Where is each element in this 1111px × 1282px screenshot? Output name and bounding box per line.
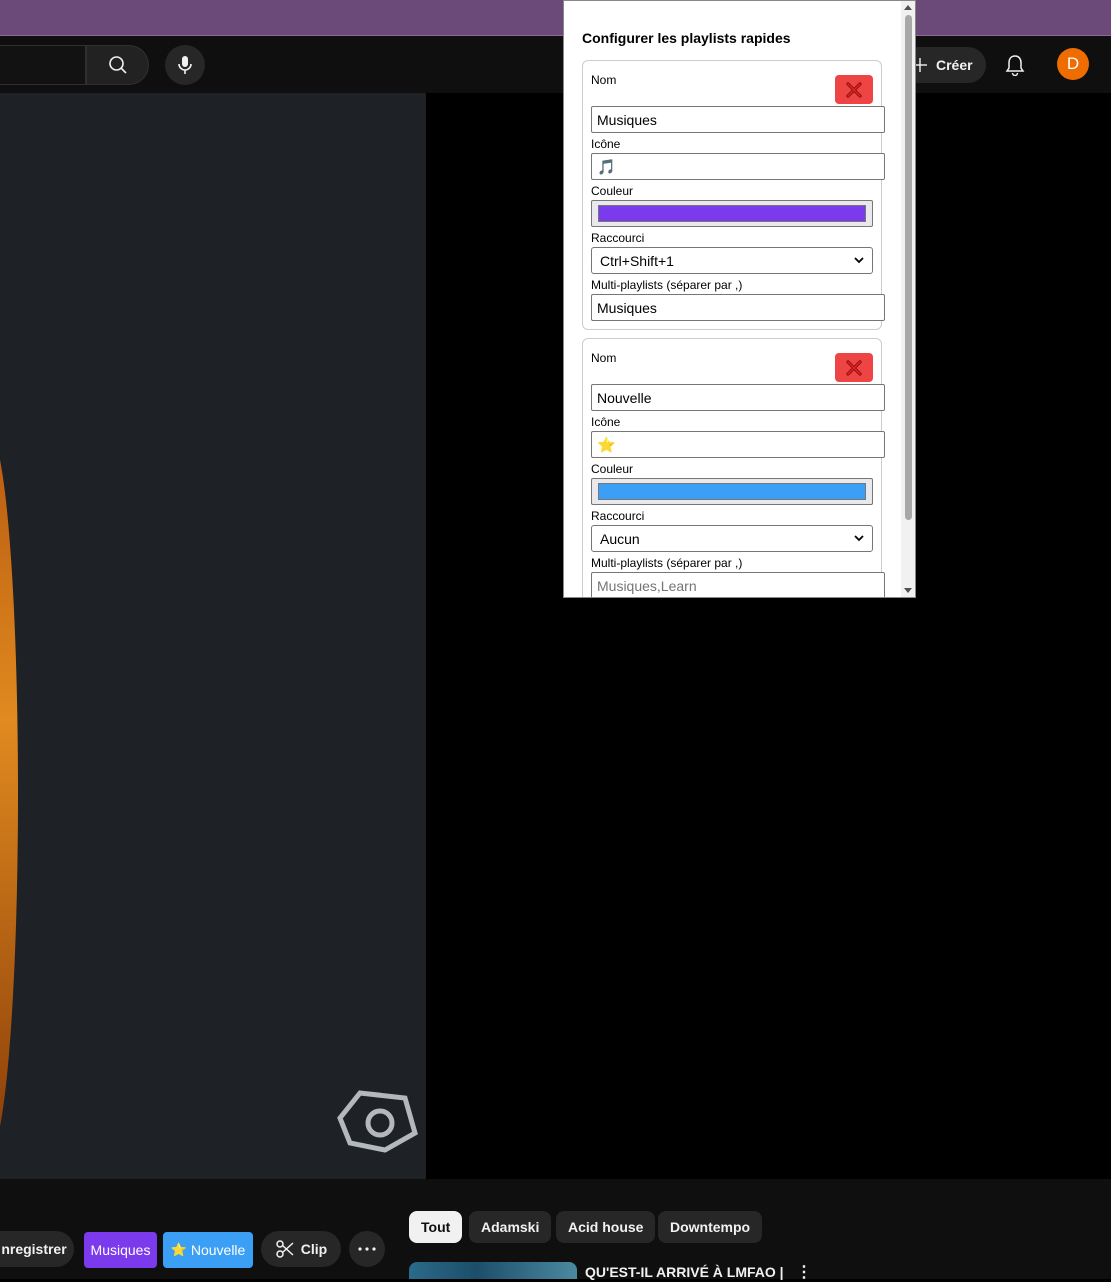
chip-label: Adamski <box>481 1219 540 1235</box>
chip-label: Acid house <box>568 1219 644 1235</box>
name-label: Nom <box>591 73 617 87</box>
delete-entry-button[interactable] <box>835 75 873 104</box>
more-actions-button[interactable] <box>349 1231 385 1267</box>
chip-label: Downtempo <box>670 1219 751 1235</box>
color-swatch <box>598 483 866 500</box>
chip-label: Tout <box>421 1219 451 1235</box>
chip-acid-house[interactable]: Acid house <box>556 1211 656 1243</box>
quick-playlist-button-nouvelle[interactable]: ⭐ Nouvelle <box>163 1232 253 1268</box>
name-input[interactable]: Nouvelle <box>591 384 885 411</box>
chip-adamski[interactable]: Adamski <box>469 1211 552 1243</box>
scissors-icon <box>276 1240 294 1258</box>
multi-playlists-label: Multi-playlists (séparer par ,) <box>591 278 743 292</box>
color-picker[interactable] <box>591 200 873 227</box>
quick-playlist-label: Musiques <box>90 1242 151 1258</box>
icon-input[interactable]: ⭐ <box>591 431 885 458</box>
save-label: nregistrer <box>1 1241 67 1257</box>
multi-playlists-input[interactable]: Musiques,Learn <box>591 572 885 597</box>
shortcut-label: Raccourci <box>591 509 645 523</box>
notifications-button[interactable] <box>1002 52 1028 78</box>
color-picker[interactable] <box>591 478 873 505</box>
search-input[interactable] <box>0 45 86 85</box>
chip-tout[interactable]: Tout <box>409 1211 463 1243</box>
name-input[interactable]: Musiques <box>591 106 885 133</box>
quick-playlist-button-musiques[interactable]: Musiques <box>84 1232 157 1268</box>
scroll-up-arrow-icon[interactable] <box>904 5 912 10</box>
chip-downtempo[interactable]: Downtempo <box>658 1211 763 1243</box>
create-label: Créer <box>936 57 973 73</box>
avatar[interactable]: D <box>1057 48 1089 80</box>
recommendation-menu-icon[interactable]: ⋮ <box>796 1262 812 1282</box>
playlist-entry-card: Nom Musiques Icône 🎵 Couleur Raccourci C… <box>582 60 885 330</box>
shortcut-value: Aucun <box>600 530 640 547</box>
chevron-down-icon <box>854 257 864 264</box>
scrollbar-thumb[interactable] <box>905 15 912 520</box>
playlist-entry-card: Nom Nouvelle Icône ⭐ Couleur Raccourci A… <box>582 338 885 597</box>
save-button[interactable]: nregistrer <box>0 1231 74 1267</box>
close-icon <box>846 81 862 98</box>
recommendation-title[interactable]: QU'EST-IL ARRIVÉ À LMFAO | <box>585 1264 784 1280</box>
search-icon <box>108 56 127 74</box>
avatar-letter: D <box>1066 54 1080 73</box>
browser-top-strip <box>0 0 1111 36</box>
ellipsis-icon <box>358 1247 376 1251</box>
quick-playlist-label: Nouvelle <box>190 1242 246 1258</box>
search-button[interactable] <box>86 45 149 85</box>
channel-watermark-icon <box>337 1090 418 1153</box>
icon-label: Icône <box>591 137 621 151</box>
masthead: Créer <box>0 36 1111 93</box>
name-label: Nom <box>591 351 617 365</box>
microphone-icon <box>178 56 192 74</box>
shortcut-value: Ctrl+Shift+1 <box>600 252 674 269</box>
shortcut-select[interactable]: Aucun <box>591 525 873 552</box>
shortcut-label: Raccourci <box>591 231 645 245</box>
color-swatch <box>598 205 866 222</box>
star-icon: ⭐ <box>170 1242 187 1257</box>
bell-icon <box>1005 55 1025 76</box>
recommendation-thumbnail[interactable] <box>409 1262 577 1279</box>
color-label: Couleur <box>591 462 634 476</box>
popup-title: Configurer les playlists rapides <box>582 30 791 46</box>
icon-label: Icône <box>591 415 621 429</box>
multi-playlists-input[interactable]: Musiques <box>591 294 885 321</box>
close-icon <box>846 359 862 376</box>
video-player[interactable] <box>0 93 426 1179</box>
shortcut-select[interactable]: Ctrl+Shift+1 <box>591 247 873 274</box>
icon-input[interactable]: 🎵 <box>591 153 885 180</box>
multi-playlists-label: Multi-playlists (séparer par ,) <box>591 556 743 570</box>
popup-scrollbar[interactable] <box>901 1 915 597</box>
delete-entry-button[interactable] <box>835 353 873 382</box>
color-label: Couleur <box>591 184 634 198</box>
clip-button[interactable]: Clip <box>261 1231 341 1267</box>
quick-playlists-config-popup: Configurer les playlists rapides Nom Mus… <box>563 0 916 598</box>
voice-search-button[interactable] <box>165 45 205 85</box>
chevron-down-icon <box>854 535 864 542</box>
scroll-down-arrow-icon[interactable] <box>904 588 912 593</box>
clip-label: Clip <box>300 1241 328 1257</box>
video-frame-subject <box>0 433 18 1153</box>
